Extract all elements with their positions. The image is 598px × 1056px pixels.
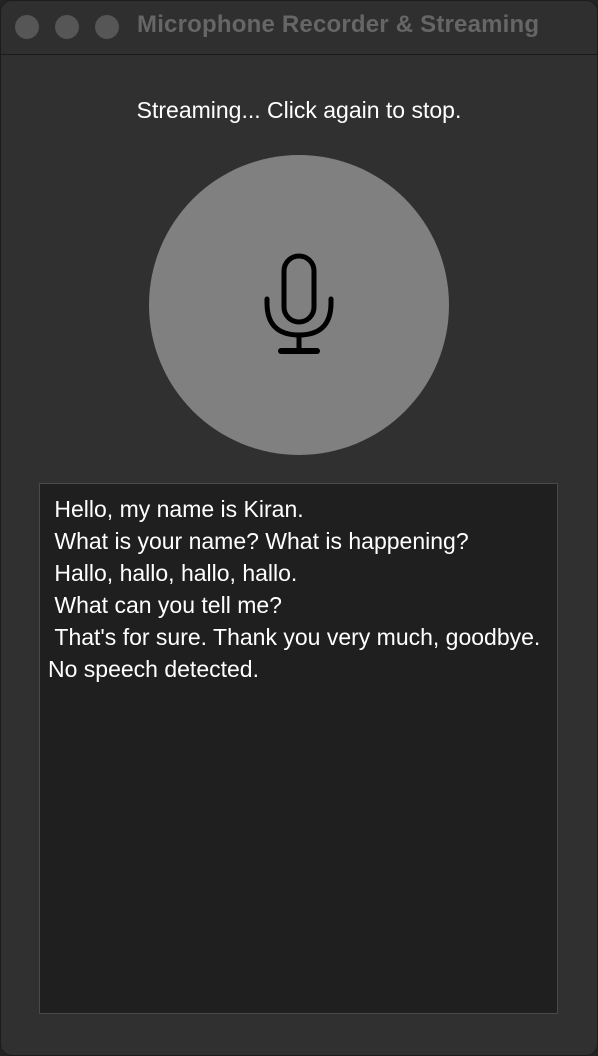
window-title: Microphone Recorder & Streaming xyxy=(137,11,540,38)
transcript-line: What can you tell me? xyxy=(48,592,282,618)
minimize-window-button[interactable] xyxy=(55,15,79,39)
transcript-line: Hello, my name is Kiran. xyxy=(48,496,304,522)
microphone-icon xyxy=(264,253,334,354)
transcript-text-area[interactable]: Hello, my name is Kiran. What is your na… xyxy=(39,483,558,1014)
transcript-line: Hallo, hallo, hallo, hallo. xyxy=(48,560,298,586)
title-bar[interactable]: Microphone Recorder & Streaming xyxy=(1,1,597,55)
recording-status-text: Streaming... Click again to stop. xyxy=(136,97,462,123)
transcript-line: No speech detected. xyxy=(48,656,259,682)
zoom-window-button[interactable] xyxy=(95,15,119,39)
transcript-line: What is your name? What is happening? xyxy=(48,528,469,554)
app-window: Microphone Recorder & Streaming Streamin… xyxy=(0,0,598,1056)
microphone-toggle-button[interactable] xyxy=(149,155,449,455)
transcript-line: That's for sure. Thank you very much, go… xyxy=(48,624,541,650)
close-window-button[interactable] xyxy=(15,15,39,39)
